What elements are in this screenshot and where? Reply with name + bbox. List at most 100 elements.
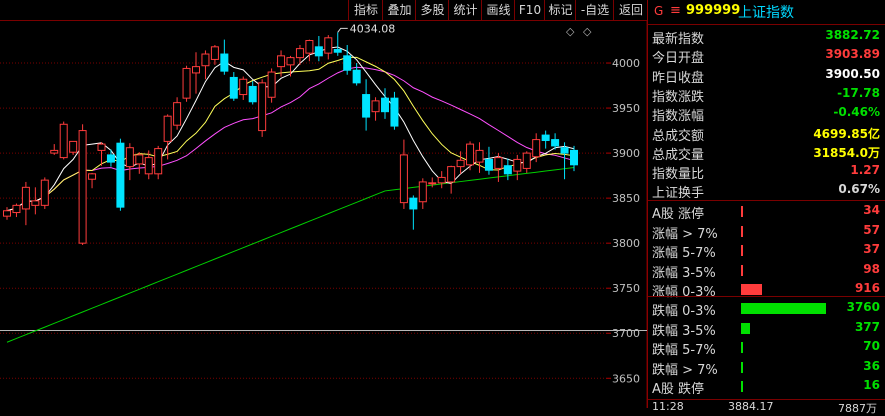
- candlestick[interactable]: [135, 152, 144, 174]
- candlestick[interactable]: [50, 144, 59, 155]
- stat-label: 昨日收盘: [652, 70, 705, 86]
- breadth-row: 跌幅 5-7% 70: [648, 338, 885, 358]
- breadth-value: 57: [863, 222, 880, 237]
- y-tick-label: 3900: [612, 147, 640, 160]
- candle-body: [475, 149, 484, 163]
- candlestick[interactable]: [305, 39, 314, 62]
- stat-row: 昨日收盘 3900.50: [648, 66, 885, 86]
- candlestick[interactable]: [239, 76, 248, 100]
- candlestick[interactable]: [21, 181, 30, 226]
- candlestick[interactable]: [31, 187, 40, 215]
- candlestick[interactable]: [362, 79, 371, 131]
- candlestick[interactable]: [40, 177, 49, 209]
- candlestick[interactable]: [78, 124, 87, 245]
- candlestick[interactable]: [513, 154, 522, 181]
- candlestick[interactable]: [59, 121, 68, 160]
- candlestick[interactable]: [541, 130, 550, 149]
- stat-row: 指数涨跌 -17.78: [648, 85, 885, 105]
- candlestick[interactable]: [484, 146, 493, 175]
- candlestick[interactable]: [522, 151, 531, 173]
- breadth-value: 34: [863, 203, 880, 217]
- candlestick[interactable]: [173, 97, 182, 130]
- candlestick[interactable]: [409, 195, 418, 230]
- kline-chart[interactable]: 4000 3950 3900 3850 3800 3750 3700 3650 4034.08 ◇…: [0, 0, 647, 408]
- breadth-value: 37: [863, 242, 880, 256]
- stat-label: 指数涨幅: [652, 109, 705, 125]
- candlestick[interactable]: [324, 35, 333, 60]
- candle-body: [173, 102, 182, 126]
- y-tick-label: 3800: [612, 237, 640, 250]
- stat-value: 3903.89: [825, 47, 880, 62]
- candlestick[interactable]: [116, 138, 125, 211]
- index-code: 999999: [686, 3, 741, 18]
- kline-chart-area[interactable]: 返回 -自选 标记 F10 画线 统计 多股 叠加 指标 4000 3950 3900 3850 380…: [0, 0, 647, 408]
- candlestick[interactable]: [343, 45, 352, 75]
- candlestick[interactable]: [12, 203, 21, 218]
- breadth-value: 36: [863, 358, 880, 373]
- candlestick[interactable]: [560, 142, 569, 180]
- candlestick[interactable]: [352, 63, 361, 86]
- stat-label: 今日开盘: [652, 51, 705, 67]
- candlestick[interactable]: [475, 142, 484, 173]
- candlestick[interactable]: [437, 171, 446, 189]
- candle-body: [484, 158, 493, 171]
- candlestick[interactable]: [192, 52, 200, 94]
- candlestick[interactable]: [371, 97, 380, 121]
- candle-body: [97, 143, 106, 151]
- stat-label: 指数涨跌: [652, 89, 705, 105]
- breadth-value: 16: [863, 378, 880, 392]
- candlestick[interactable]: [229, 72, 238, 101]
- tick-time: 11:28: [652, 400, 684, 413]
- stat-value: -0.46%: [833, 105, 880, 120]
- candlestick[interactable]: [399, 139, 408, 209]
- candlestick[interactable]: [248, 81, 257, 105]
- breadth-value: 70: [863, 339, 880, 353]
- candlestick[interactable]: [258, 79, 267, 137]
- diamond-icon[interactable]: ◇: [566, 25, 575, 38]
- candle-body: [31, 200, 40, 206]
- breadth-bar: [741, 225, 743, 237]
- candle-body: [277, 55, 286, 68]
- candle-body: [428, 182, 437, 185]
- candlestick[interactable]: [154, 145, 163, 180]
- candle-body: [144, 157, 153, 175]
- candlestick[interactable]: [201, 50, 210, 80]
- candlestick[interactable]: [267, 68, 276, 103]
- candlestick[interactable]: [182, 65, 191, 102]
- candle-body: [503, 165, 512, 175]
- y-tick-label: 3850: [612, 192, 640, 205]
- breadth-bar: [741, 245, 743, 256]
- candlestick[interactable]: [503, 158, 512, 181]
- breadth-bar: [741, 322, 750, 334]
- menu-icon[interactable]: ≡: [670, 3, 681, 18]
- stat-row: 今日开盘 3903.89: [648, 46, 885, 67]
- stat-value: 3882.72: [825, 28, 880, 42]
- candle-body: [40, 179, 49, 206]
- candlestick[interactable]: [456, 151, 465, 174]
- breadth-row: 涨幅 3-5% 98: [648, 261, 885, 281]
- candlestick[interactable]: [220, 39, 229, 75]
- panel-divider: [648, 200, 885, 201]
- diamond-icon[interactable]: ◇: [583, 25, 592, 38]
- breadth-label: 跌幅 > 7%: [652, 362, 718, 378]
- breadth-bar: [741, 303, 826, 314]
- candle-body: [248, 85, 257, 103]
- candlestick[interactable]: [3, 207, 11, 220]
- tick-volume: 7887万: [838, 402, 877, 415]
- stat-row: 指数量比 1.27: [648, 162, 885, 182]
- candlestick[interactable]: [210, 45, 219, 65]
- candlestick[interactable]: [88, 172, 97, 189]
- stat-row: 总成交额 4699.85亿: [648, 124, 885, 144]
- candlestick[interactable]: [314, 36, 323, 62]
- candle-body: [522, 152, 531, 169]
- candle-body: [570, 149, 578, 166]
- candlestick[interactable]: [447, 165, 456, 194]
- group-marker[interactable]: G: [654, 4, 663, 18]
- candlestick[interactable]: [418, 178, 427, 209]
- candlestick[interactable]: [466, 141, 475, 171]
- candlestick[interactable]: [333, 32, 342, 56]
- candlestick[interactable]: [390, 91, 399, 130]
- candlestick[interactable]: [106, 149, 115, 167]
- candlestick[interactable]: [125, 143, 134, 181]
- candlestick[interactable]: [286, 55, 295, 77]
